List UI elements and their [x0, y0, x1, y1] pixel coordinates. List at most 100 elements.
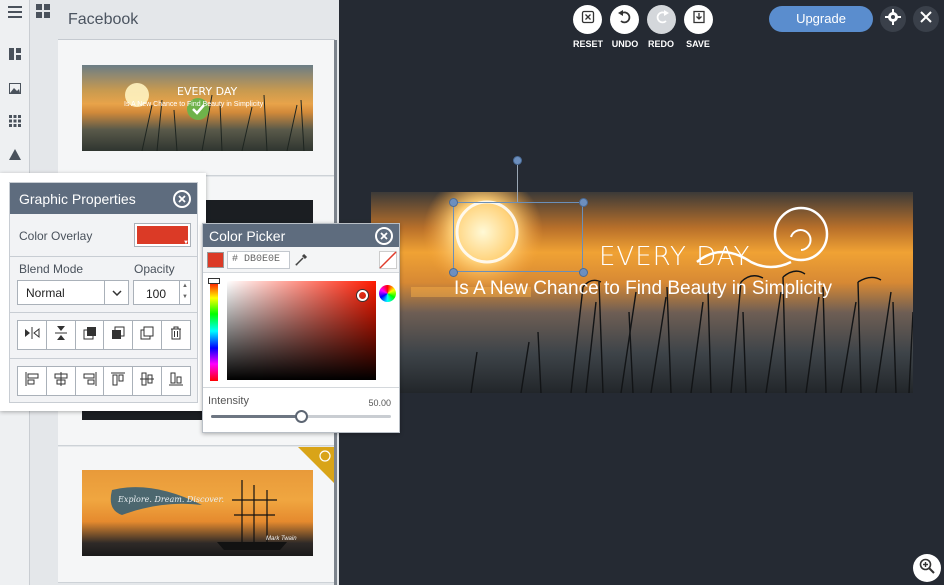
- delete-button[interactable]: [162, 321, 190, 349]
- current-color-swatch[interactable]: [207, 252, 224, 268]
- eyedropper-icon[interactable]: [295, 252, 311, 268]
- divider: [10, 256, 197, 257]
- banner-headline[interactable]: EVERY DAY: [599, 242, 750, 272]
- intensity-slider-fill: [211, 415, 301, 418]
- graphic-properties-close-button[interactable]: [173, 190, 191, 208]
- color-wheel-icon[interactable]: [379, 285, 396, 302]
- template-thumbnail: Explore. Dream. Discover. Mark Twain: [82, 470, 313, 556]
- rotate-handle[interactable]: [513, 156, 522, 165]
- color-selector-thumb[interactable]: [357, 290, 368, 301]
- resize-handle-br[interactable]: [579, 268, 588, 277]
- color-overlay-label: Color Overlay: [19, 229, 93, 243]
- redo-button[interactable]: [647, 5, 676, 34]
- arrange-toolbar: [17, 320, 191, 350]
- align-bottom-icon: [169, 372, 184, 391]
- opacity-value: 100: [146, 287, 167, 301]
- hue-slider[interactable]: [210, 281, 218, 381]
- hex-input[interactable]: # DB0E0E: [227, 251, 290, 269]
- duplicate-button[interactable]: [133, 321, 163, 349]
- opacity-label: Opacity: [134, 262, 175, 276]
- template-card-3[interactable]: Explore. Dream. Discover. Mark Twain: [58, 447, 334, 583]
- close-icon: [380, 227, 388, 245]
- align-top-icon: [111, 372, 126, 391]
- divider: [10, 312, 197, 313]
- no-color-icon[interactable]: [379, 251, 397, 269]
- grid-icon[interactable]: [6, 113, 24, 131]
- color-overlay-swatch[interactable]: ▼: [134, 223, 191, 247]
- undo-button[interactable]: [610, 5, 639, 34]
- thumb-line2: Is A New Chance to Find Beauty in Simpli…: [124, 101, 264, 108]
- premium-badge-icon: [298, 447, 334, 483]
- color-picker-header: Color Picker: [203, 224, 399, 247]
- align-toolbar: [17, 366, 191, 396]
- color-picker-toolbar: # DB0E0E: [203, 247, 399, 273]
- color-picker-panel: Color Picker # DB0E0E Intensity 50.00: [202, 223, 400, 433]
- flip-horizontal-button[interactable]: [18, 321, 47, 349]
- reset-icon: [581, 10, 595, 29]
- save-label: SAVE: [686, 39, 710, 49]
- trash-icon: [170, 326, 182, 345]
- flip-vertical-button[interactable]: [47, 321, 76, 349]
- align-right-button[interactable]: [76, 367, 105, 395]
- reset-button[interactable]: [573, 5, 602, 34]
- resize-handle-bl[interactable]: [449, 268, 458, 277]
- graphic-properties-panel: Graphic Properties Color Overlay ▼ Blend…: [0, 173, 206, 411]
- align-middle-icon: [140, 372, 155, 391]
- close-icon: [178, 190, 186, 208]
- menu-icon[interactable]: [6, 4, 24, 22]
- align-middle-button[interactable]: [133, 367, 163, 395]
- zoom-button[interactable]: [913, 554, 941, 582]
- dropdown-corner-icon: ▼: [183, 240, 189, 246]
- save-icon: [692, 10, 706, 29]
- templates-grid-icon[interactable]: [36, 4, 52, 20]
- image-icon[interactable]: [6, 80, 24, 98]
- save-button[interactable]: [684, 5, 713, 34]
- redo-label: REDO: [647, 39, 674, 49]
- send-backward-button[interactable]: [104, 321, 134, 349]
- thumb-script: Explore. Dream. Discover.: [118, 495, 225, 504]
- color-picker-close-button[interactable]: [375, 227, 393, 245]
- intensity-slider-thumb[interactable]: [294, 410, 308, 423]
- bring-forward-icon: [83, 326, 97, 345]
- graphic-properties-title: Graphic Properties: [19, 191, 136, 207]
- intensity-label: Intensity: [208, 395, 249, 407]
- bring-forward-button[interactable]: [76, 321, 105, 349]
- undo-label: UNDO: [611, 39, 639, 49]
- blend-mode-value: Normal: [26, 286, 65, 300]
- reset-label: RESET: [572, 39, 603, 49]
- settings-button[interactable]: [880, 6, 906, 32]
- saturation-value-area[interactable]: [227, 281, 376, 380]
- send-backward-icon: [111, 326, 125, 345]
- align-center-h-button[interactable]: [47, 367, 76, 395]
- color-picker-title: Color Picker: [209, 228, 286, 244]
- blend-mode-label: Blend Mode: [19, 262, 84, 276]
- align-left-button[interactable]: [18, 367, 47, 395]
- intensity-value: 50.00: [368, 398, 391, 408]
- opacity-stepper-icon[interactable]: ▲ ▼: [179, 281, 190, 304]
- banner-subheadline[interactable]: Is A New Chance to Find Beauty in Simpli…: [454, 278, 832, 300]
- resize-handle-tr[interactable]: [579, 198, 588, 207]
- hue-slider-thumb[interactable]: [208, 278, 220, 284]
- overlay-color-preview: [137, 226, 188, 244]
- resize-handle-tl[interactable]: [449, 198, 458, 207]
- template-thumbnail: EVERY DAY Is A New Chance to Find Beauty…: [82, 65, 313, 151]
- layout-icon[interactable]: [6, 46, 24, 64]
- opacity-input[interactable]: 100 ▲ ▼: [133, 280, 191, 305]
- zoom-in-icon: [919, 558, 935, 579]
- divider: [10, 358, 197, 359]
- shapes-icon[interactable]: [6, 146, 24, 164]
- thumb-line1: EVERY DAY: [177, 85, 238, 98]
- upgrade-button[interactable]: Upgrade: [769, 6, 873, 32]
- align-top-button[interactable]: [104, 367, 134, 395]
- close-editor-button[interactable]: [913, 6, 939, 32]
- template-card-1[interactable]: EVERY DAY Is A New Chance to Find Beauty…: [58, 40, 334, 176]
- thumb-signature: Mark Twain: [266, 536, 297, 542]
- flip-vertical-icon: [54, 325, 67, 346]
- divider: [203, 387, 399, 388]
- selection-box[interactable]: [453, 202, 583, 272]
- chevron-down-icon: [104, 281, 128, 304]
- align-center-h-icon: [54, 371, 68, 391]
- close-icon: [920, 10, 932, 28]
- blend-mode-select[interactable]: Normal: [17, 280, 129, 305]
- align-bottom-button[interactable]: [162, 367, 190, 395]
